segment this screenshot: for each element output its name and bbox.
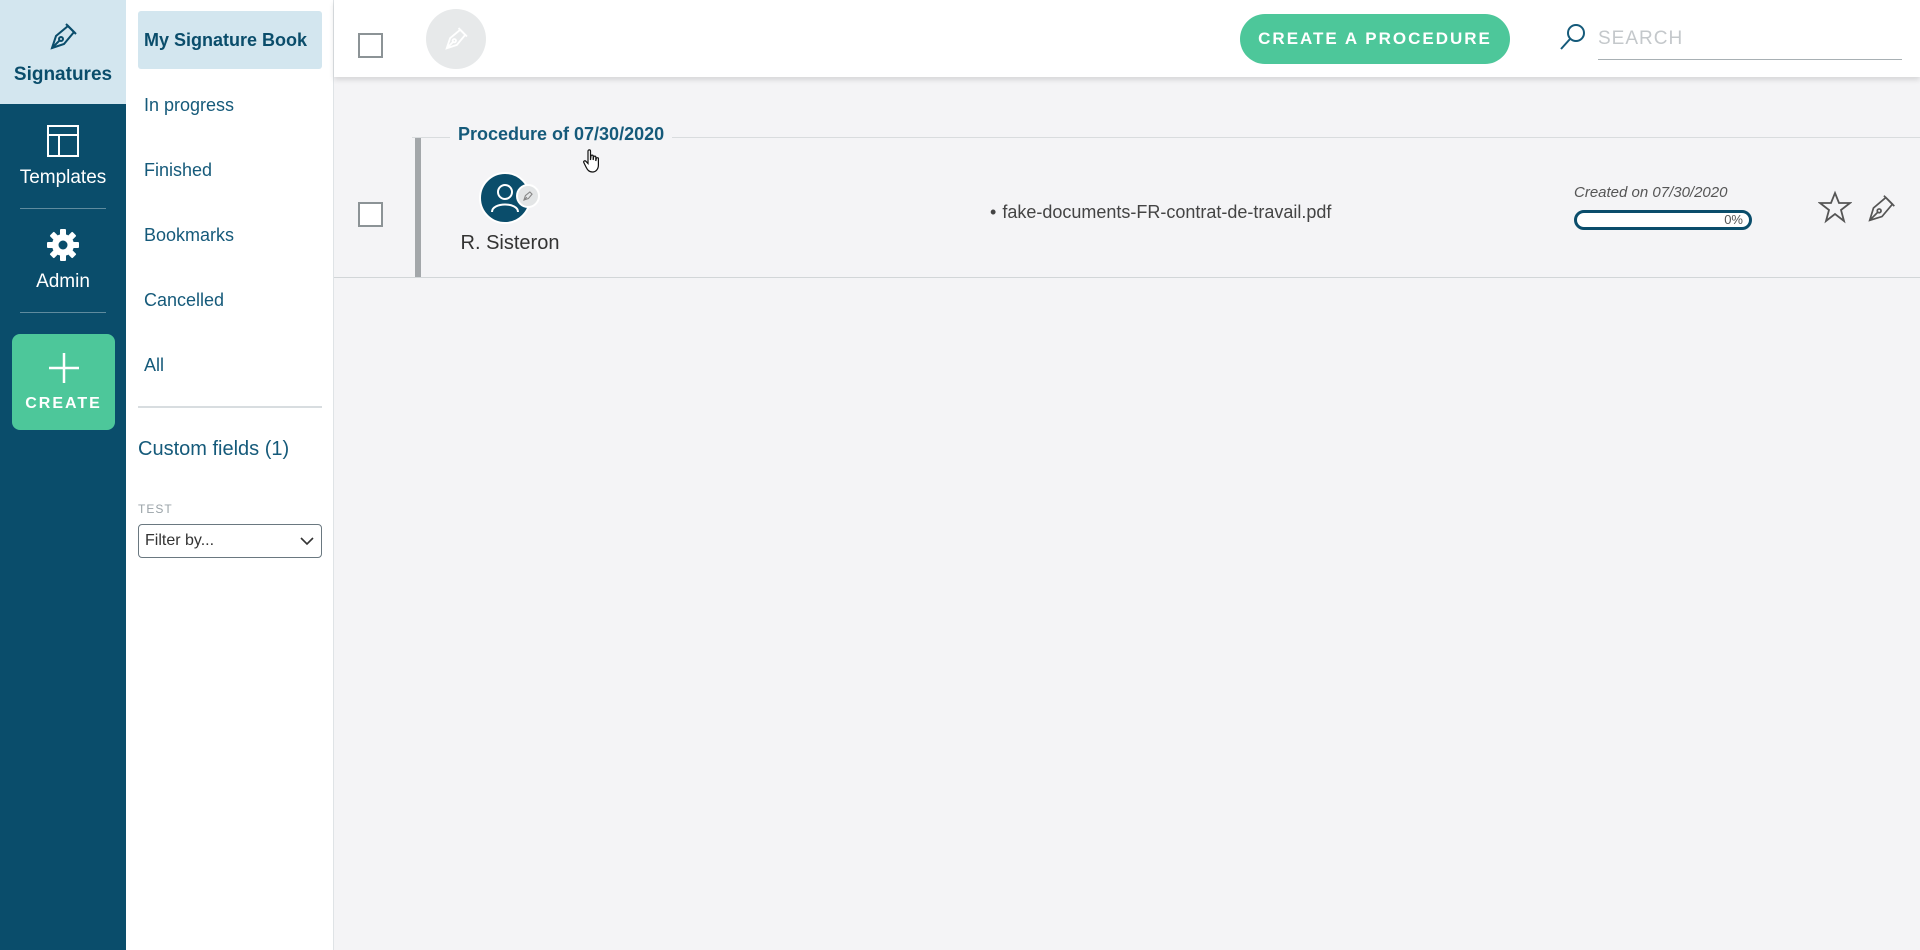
pen-nib-icon xyxy=(50,23,77,50)
custom-fields-title: Custom fields (1) xyxy=(138,438,290,460)
sidebar-item-finished[interactable]: Finished xyxy=(138,141,322,199)
sidebar-divider xyxy=(138,406,322,408)
filter-select[interactable]: Filter by... xyxy=(138,524,322,558)
toolbar: CREATE A PROCEDURE xyxy=(334,0,1920,77)
app-root: Signatures Templates Admin CREATE My Sig… xyxy=(0,0,1920,950)
document-name[interactable]: • fake-documents-FR-contrat-de-travail.pd… xyxy=(990,202,1331,223)
document-name-text: fake-documents-FR-contrat-de-travail.pdf xyxy=(1002,202,1332,222)
main-rail: Signatures Templates Admin CREATE xyxy=(0,0,126,950)
pen-nib-icon xyxy=(445,27,468,50)
row-status-bar xyxy=(415,138,421,277)
sidebar-item-my-signature-book[interactable]: My Signature Book xyxy=(138,11,322,69)
bullet-icon: • xyxy=(990,202,997,222)
rail-item-label: Signatures xyxy=(13,64,113,85)
progress-bar: 0% xyxy=(1574,210,1752,230)
create-procedure-button[interactable]: CREATE A PROCEDURE xyxy=(1240,14,1510,64)
rail-item-admin[interactable]: Admin xyxy=(0,208,126,312)
select-all-checkbox[interactable] xyxy=(358,33,383,58)
sidebar-item-cancelled[interactable]: Cancelled xyxy=(138,271,322,329)
signature-book-sidebar: My Signature Book In progress Finished B… xyxy=(126,0,334,950)
chevron-down-icon xyxy=(300,537,314,546)
row-checkbox[interactable] xyxy=(358,202,383,227)
sidebar-item-all[interactable]: All xyxy=(138,336,322,394)
procedure-row[interactable]: R. Sisteron • fake-documents-FR-contrat-d… xyxy=(334,138,1920,278)
pen-nib-icon xyxy=(523,191,533,201)
create-button-label: CREATE xyxy=(25,395,102,412)
rail-item-label: Templates xyxy=(19,167,107,188)
rail-item-label: Admin xyxy=(36,271,90,292)
layout-icon xyxy=(47,125,79,157)
sidebar-item-in-progress[interactable]: In progress xyxy=(138,76,322,134)
search-input[interactable] xyxy=(1598,18,1902,60)
rail-divider xyxy=(20,312,106,313)
bulk-sign-button[interactable] xyxy=(426,9,486,69)
signer-badge xyxy=(516,184,540,208)
sign-pen-icon[interactable] xyxy=(1864,190,1900,226)
hand-cursor-icon xyxy=(583,149,599,173)
gear-icon xyxy=(47,229,79,261)
created-date: Created on 07/30/2020 xyxy=(1574,184,1728,201)
search-icon xyxy=(1560,24,1585,50)
rail-item-signatures[interactable]: Signatures xyxy=(0,0,126,104)
rail-item-templates[interactable]: Templates xyxy=(0,104,126,208)
bookmark-star-icon[interactable] xyxy=(1818,190,1852,224)
filter-label: TEST xyxy=(138,502,173,516)
signer-name: R. Sisteron xyxy=(460,232,560,254)
filter-select-value: Filter by... xyxy=(145,532,215,549)
create-button[interactable]: CREATE xyxy=(12,334,115,430)
sidebar-item-bookmarks[interactable]: Bookmarks xyxy=(138,206,322,264)
progress-value: 0% xyxy=(1724,212,1743,227)
plus-icon xyxy=(48,353,79,383)
